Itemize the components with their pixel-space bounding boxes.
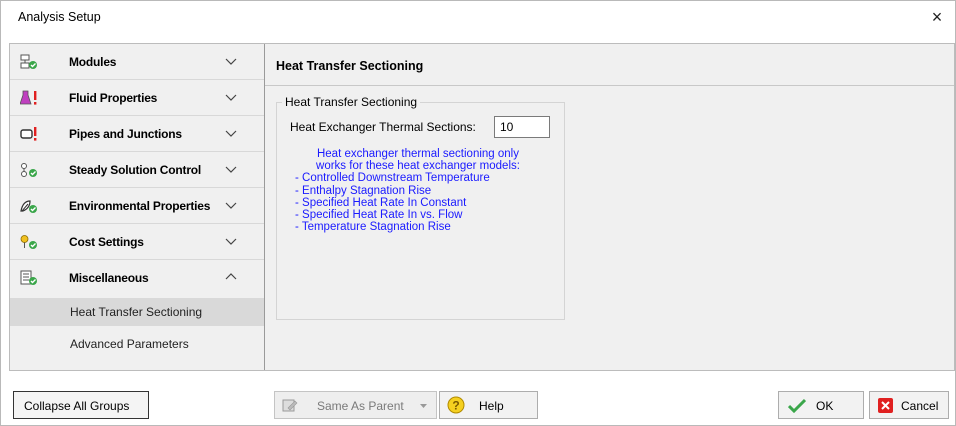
- button-label: Same As Parent: [317, 399, 404, 413]
- collapse-all-groups-button[interactable]: Collapse All Groups: [13, 391, 149, 419]
- sidebar-item-label: Heat Transfer Sectioning: [70, 305, 203, 319]
- info-line: - Specified Heat Rate In vs. Flow: [295, 209, 463, 222]
- dropdown-arrow-icon: [420, 404, 427, 408]
- help-icon: ?: [447, 396, 465, 414]
- sidebar-group-label: Fluid Properties: [69, 91, 158, 105]
- chevron-up-icon: [225, 273, 237, 280]
- sidebar-group-pipes-and-junctions[interactable]: Pipes and Junctions: [10, 116, 264, 152]
- checkmark-icon: [788, 398, 806, 413]
- button-label: Cancel: [901, 399, 939, 413]
- button-label: OK: [816, 399, 834, 413]
- sidebar-group-miscellaneous[interactable]: Miscellaneous: [10, 260, 264, 296]
- solution-control-icon: [21, 163, 37, 177]
- chevron-down-icon: [225, 238, 237, 245]
- sidebar: Modules Fluid Properties Pipes and Junct…: [10, 44, 264, 370]
- sidebar-item-heat-transfer-sectioning[interactable]: Heat Transfer Sectioning: [10, 298, 264, 326]
- info-line: - Temperature Stagnation Rise: [295, 221, 451, 234]
- help-button[interactable]: ? Help: [439, 391, 538, 419]
- sidebar-item-label: Advanced Parameters: [70, 337, 189, 351]
- analysis-setup-window: Analysis Setup × Modules Fluid Propertie…: [0, 0, 956, 426]
- button-label: Help: [479, 399, 504, 413]
- modules-icon: [20, 54, 37, 69]
- info-line: works for these heat exchanger models:: [316, 160, 520, 173]
- sidebar-group-label: Pipes and Junctions: [69, 127, 182, 141]
- title-bar: Analysis Setup ×: [1, 1, 955, 33]
- dialog-body: Modules Fluid Properties Pipes and Junct…: [9, 43, 955, 371]
- sidebar-item-advanced-parameters[interactable]: Advanced Parameters: [10, 330, 264, 358]
- close-button[interactable]: ×: [925, 5, 949, 29]
- sidebar-group-label: Steady Solution Control: [69, 163, 202, 177]
- thermal-sections-input[interactable]: [494, 116, 550, 138]
- chevron-down-icon: [225, 58, 237, 65]
- sidebar-group-steady-solution-control[interactable]: Steady Solution Control: [10, 152, 264, 188]
- button-label: Collapse All Groups: [24, 399, 130, 413]
- window-title: Analysis Setup: [18, 10, 101, 24]
- sidebar-group-modules[interactable]: Modules: [10, 44, 264, 80]
- cancel-x-icon: [878, 398, 893, 413]
- same-as-parent-dropdown[interactable]: Same As Parent: [274, 391, 437, 419]
- info-line: - Controlled Downstream Temperature: [295, 172, 490, 185]
- info-note: Heat exchanger thermal sectioning only w…: [293, 148, 543, 233]
- sidebar-group-label: Modules: [69, 55, 117, 69]
- page-title: Heat Transfer Sectioning: [276, 59, 424, 73]
- chevron-down-icon: [225, 202, 237, 209]
- miscellaneous-icon: [20, 270, 37, 285]
- sidebar-group-fluid-properties[interactable]: Fluid Properties: [10, 80, 264, 116]
- chevron-down-icon: [225, 94, 237, 101]
- content-panel: Heat Transfer Sectioning Heat Transfer S…: [265, 44, 954, 370]
- info-line: - Enthalpy Stagnation Rise: [295, 184, 432, 197]
- sidebar-group-label: Miscellaneous: [69, 271, 149, 285]
- environment-icon: [20, 200, 37, 213]
- ok-button[interactable]: OK: [778, 391, 864, 419]
- chevron-down-icon: [225, 130, 237, 137]
- cost-icon: [20, 235, 37, 249]
- info-line: - Specified Heat Rate In Constant: [295, 196, 467, 209]
- sidebar-group-environmental-properties[interactable]: Environmental Properties: [10, 188, 264, 224]
- svg-text:?: ?: [452, 399, 459, 413]
- flask-warning-icon: [20, 90, 37, 105]
- sidebar-group-label: Cost Settings: [69, 235, 144, 249]
- content-header: Heat Transfer Sectioning: [265, 44, 954, 86]
- thermal-sections-label: Heat Exchanger Thermal Sections:: [290, 120, 476, 134]
- groupbox-title: Heat Transfer Sectioning: [282, 95, 421, 109]
- chevron-down-icon: [225, 166, 237, 173]
- sidebar-group-cost-settings[interactable]: Cost Settings: [10, 224, 264, 260]
- cancel-button[interactable]: Cancel: [869, 391, 949, 419]
- sidebar-group-label: Environmental Properties: [69, 199, 211, 213]
- info-line: Heat exchanger thermal sectioning only: [316, 148, 519, 160]
- edit-icon: [282, 399, 298, 412]
- pipe-warning-icon: [20, 127, 37, 141]
